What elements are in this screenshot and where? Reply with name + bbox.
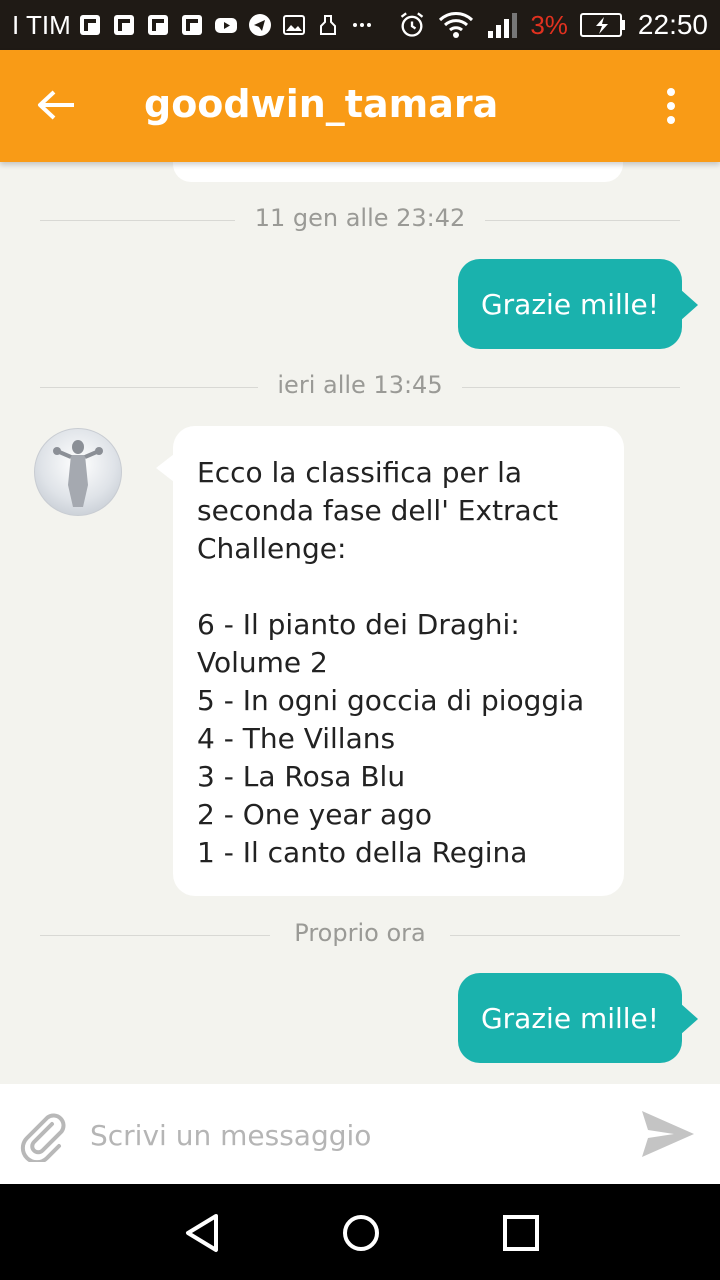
message-text: Grazie mille! [480, 1001, 660, 1035]
back-triangle-icon[interactable] [178, 1208, 228, 1258]
status-bar: I TIM 3% 22:50 [0, 0, 720, 50]
message-input[interactable] [88, 1106, 612, 1164]
conversation-title: goodwin_tamara [144, 82, 499, 126]
partial-message-bubble [173, 162, 623, 182]
flipboard-icon [80, 15, 100, 35]
message-text: Grazie mille! [480, 287, 660, 321]
system-nav-bar [0, 1184, 720, 1280]
date-separator: ieri alle 13:45 [40, 367, 680, 407]
battery-percent: 3% [530, 9, 568, 40]
more-icon [353, 23, 371, 27]
message-composer [0, 1084, 720, 1184]
message-text: Ecco la classifica per la seconda fase d… [197, 456, 585, 869]
recents-square-icon[interactable] [496, 1208, 546, 1258]
alarm-icon [401, 12, 424, 37]
home-circle-icon[interactable] [336, 1208, 386, 1258]
app-bar: goodwin_tamara [0, 50, 720, 162]
paperclip-icon[interactable] [18, 1110, 70, 1162]
chat-thread[interactable]: 11 gen alle 23:42 Grazie mille! ieri all… [0, 162, 720, 1084]
notification-icons [78, 12, 374, 38]
contact-avatar[interactable] [34, 428, 122, 516]
date-separator-label: ieri alle 13:45 [277, 371, 443, 399]
telegram-icon [249, 14, 271, 36]
flipboard-icon [114, 15, 134, 35]
arrow-back-icon[interactable] [36, 88, 76, 122]
date-separator-label: 11 gen alle 23:42 [254, 204, 466, 232]
flipboard-icon [148, 15, 168, 35]
date-separator-label: Proprio ora [294, 919, 426, 947]
battery-charging-icon [579, 13, 625, 37]
avatar-figure-icon [53, 440, 103, 507]
clock: 22:50 [637, 9, 708, 40]
date-separator: Proprio ora [40, 915, 680, 955]
date-separator: 11 gen alle 23:42 [40, 200, 680, 240]
youtube-icon [215, 18, 237, 33]
wifi-icon [439, 12, 474, 38]
send-icon[interactable] [640, 1108, 696, 1160]
signal-icon [488, 13, 518, 38]
flipboard-icon [182, 15, 202, 35]
sent-message-bubble[interactable]: Grazie mille! [458, 259, 698, 349]
carrier-label: I TIM [12, 10, 71, 40]
received-message-bubble[interactable]: Ecco la classifica per la seconda fase d… [156, 426, 624, 896]
more-vert-icon[interactable] [656, 86, 686, 126]
cleaner-icon [320, 15, 336, 35]
gallery-icon [283, 15, 305, 35]
sent-message-bubble[interactable]: Grazie mille! [458, 973, 698, 1063]
